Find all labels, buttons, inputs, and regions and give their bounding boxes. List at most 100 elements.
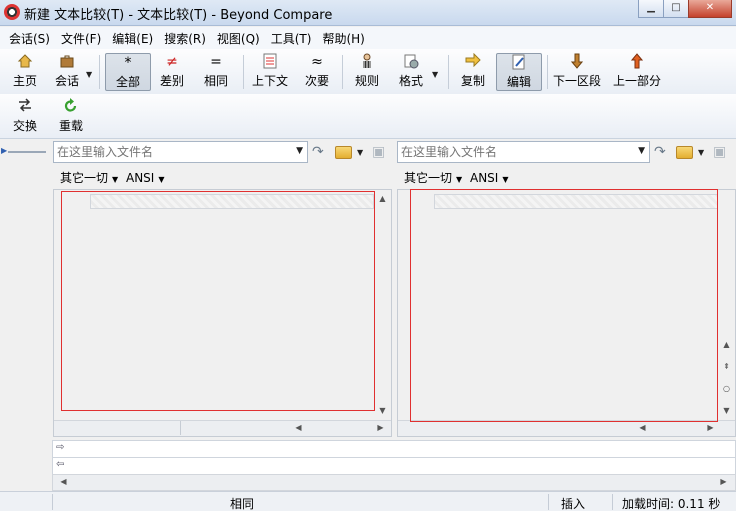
briefcase-icon	[52, 53, 82, 71]
scroll-down-icon[interactable]: ▼	[374, 406, 391, 415]
right-history-icon[interactable]: ↷	[654, 144, 666, 160]
left-encoding-row: 其它一切 ▼ ANSI ▼	[60, 169, 169, 187]
not-equal-icon: ≠	[166, 54, 178, 70]
right-horizontal-scrollbar[interactable]: ◀ ▶	[398, 420, 735, 436]
left-path-dropdown-icon[interactable]: ▼	[296, 146, 303, 156]
scroll-up-icon[interactable]: ▲	[718, 340, 735, 349]
right-selection-box	[410, 189, 718, 422]
minimize-button[interactable]: ▁	[638, 0, 664, 18]
maximize-button[interactable]: □	[663, 0, 689, 18]
window-title: 新建 文本比较(T) - 文本比较(T) - Beyond Compare	[24, 8, 333, 23]
show-all-button[interactable]: * 全部	[105, 53, 151, 91]
status-compare-result: 相同	[230, 497, 255, 511]
left-folder-dropdown-icon[interactable]: ▼	[357, 148, 363, 157]
left-save-icon[interactable]: ▣	[372, 144, 385, 160]
right-folder-dropdown-icon[interactable]: ▼	[698, 148, 704, 157]
scroll-center-icon[interactable]: ○	[718, 384, 735, 393]
prev-section-button[interactable]: 上一部分	[611, 53, 663, 91]
left-horizontal-scrollbar[interactable]: ◀ ▶	[54, 420, 391, 436]
close-button[interactable]: ✕	[688, 0, 732, 18]
reload-icon	[56, 98, 86, 116]
right-path-input[interactable]	[398, 142, 649, 162]
session-dropdown-icon[interactable]: ▼	[86, 70, 92, 79]
left-path-field[interactable]: ▼	[53, 141, 308, 163]
chevron-down-icon[interactable]: ▼	[112, 175, 118, 184]
left-vertical-scrollbar[interactable]: ▲ ▼	[374, 190, 391, 420]
toolbar-separator	[99, 55, 100, 89]
chevron-down-icon[interactable]: ▼	[456, 175, 462, 184]
scroll-top-icon[interactable]: ⇞	[718, 362, 735, 371]
detail-horizontal-scrollbar[interactable]: ◀ ▶	[52, 474, 736, 491]
home-button[interactable]: 主页	[8, 53, 42, 91]
minor-button[interactable]: ≈ 次要	[302, 53, 332, 91]
reload-button[interactable]: 重载	[56, 98, 86, 136]
context-button[interactable]: 上下文	[250, 53, 290, 91]
left-format-selector[interactable]: 其它一切	[60, 171, 108, 185]
edit-pencil-icon	[497, 54, 541, 72]
scroll-right-icon[interactable]: ▶	[372, 423, 389, 432]
menu-edit[interactable]: 编辑(E)	[107, 27, 159, 49]
referee-icon	[352, 53, 382, 71]
status-bar: 相同 插入 加载时间: 0.11 秒	[0, 491, 736, 511]
swap-button[interactable]: 交换	[10, 98, 40, 136]
menu-tools[interactable]: 工具(T)	[266, 27, 318, 49]
scrollbar-divider	[180, 421, 181, 435]
toolbar-separator	[547, 55, 548, 89]
scroll-up-icon[interactable]: ▲	[374, 194, 391, 203]
menu-view[interactable]: 视图(Q)	[212, 27, 266, 49]
scroll-right-icon[interactable]: ▶	[702, 423, 719, 432]
next-section-button[interactable]: 下一区段	[552, 53, 602, 91]
approx-icon: ≈	[311, 54, 323, 70]
status-load-time: 加载时间: 0.11 秒	[622, 497, 721, 511]
left-encoding-selector[interactable]: ANSI	[126, 171, 154, 185]
session-button[interactable]: 会话	[52, 53, 82, 91]
edit-button[interactable]: 编辑	[496, 53, 542, 91]
right-encoding-selector[interactable]: ANSI	[470, 171, 498, 185]
gutter-splitter[interactable]	[8, 151, 46, 153]
scroll-left-icon[interactable]: ◀	[634, 423, 651, 432]
scroll-down-icon[interactable]: ▼	[718, 406, 735, 415]
chevron-down-icon[interactable]: ▼	[502, 175, 508, 184]
right-path-field[interactable]: ▼	[397, 141, 650, 163]
format-button[interactable]: 格式	[396, 53, 426, 91]
arrow-right-icon	[457, 52, 489, 71]
menu-bar: 会话(S) 文件(F) 编辑(E) 搜索(R) 视图(Q) 工具(T) 帮助(H…	[0, 27, 736, 49]
menu-search[interactable]: 搜索(R)	[159, 27, 212, 49]
left-history-icon[interactable]: ↷	[312, 144, 324, 160]
menu-file[interactable]: 文件(F)	[56, 27, 107, 49]
right-save-icon[interactable]: ▣	[713, 144, 726, 160]
right-path-dropdown-icon[interactable]: ▼	[638, 146, 645, 156]
format-gear-icon	[396, 53, 426, 71]
left-path-input[interactable]	[54, 142, 307, 162]
swap-icon	[10, 98, 40, 116]
right-vertical-scrollbar[interactable]: ▲ ⇞ ○ ▼	[718, 190, 735, 420]
left-gutter	[0, 140, 52, 491]
window-controls: ▁ □ ✕	[638, 0, 732, 18]
rules-button[interactable]: 规则	[352, 53, 382, 91]
secondary-toolbar: 交换 重载	[0, 94, 736, 139]
copy-button[interactable]: 复制	[457, 52, 489, 91]
title-bar: 新建 文本比较(T) - 文本比较(T) - Beyond Compare ▁ …	[0, 0, 736, 26]
left-line-detail-row[interactable]: ⇨	[52, 440, 736, 458]
menu-session[interactable]: 会话(S)	[4, 27, 56, 49]
scroll-left-icon[interactable]: ◀	[55, 477, 72, 486]
right-folder-icon[interactable]	[676, 146, 693, 159]
right-encoding-row: 其它一切 ▼ ANSI ▼	[404, 169, 513, 187]
menu-help[interactable]: 帮助(H)	[317, 27, 370, 49]
show-diffs-button[interactable]: ≠ 差别	[156, 53, 188, 91]
status-separator	[52, 494, 53, 510]
right-line-detail-row[interactable]: ⇦	[52, 457, 736, 475]
chevron-down-icon[interactable]: ▼	[158, 175, 164, 184]
status-edit-mode: 插入	[561, 497, 586, 511]
asterisk-icon: *	[124, 55, 132, 71]
left-selection-box	[61, 191, 375, 411]
arrow-down-icon	[552, 53, 602, 71]
toolbar-separator	[448, 55, 449, 89]
scroll-left-icon[interactable]: ◀	[290, 423, 307, 432]
gutter-arrow-icon: ▶	[1, 146, 8, 155]
right-format-selector[interactable]: 其它一切	[404, 171, 452, 185]
left-folder-icon[interactable]	[335, 146, 352, 159]
scroll-right-icon[interactable]: ▶	[715, 477, 732, 486]
format-dropdown-icon[interactable]: ▼	[432, 70, 438, 79]
show-same-button[interactable]: = 相同	[200, 53, 232, 91]
